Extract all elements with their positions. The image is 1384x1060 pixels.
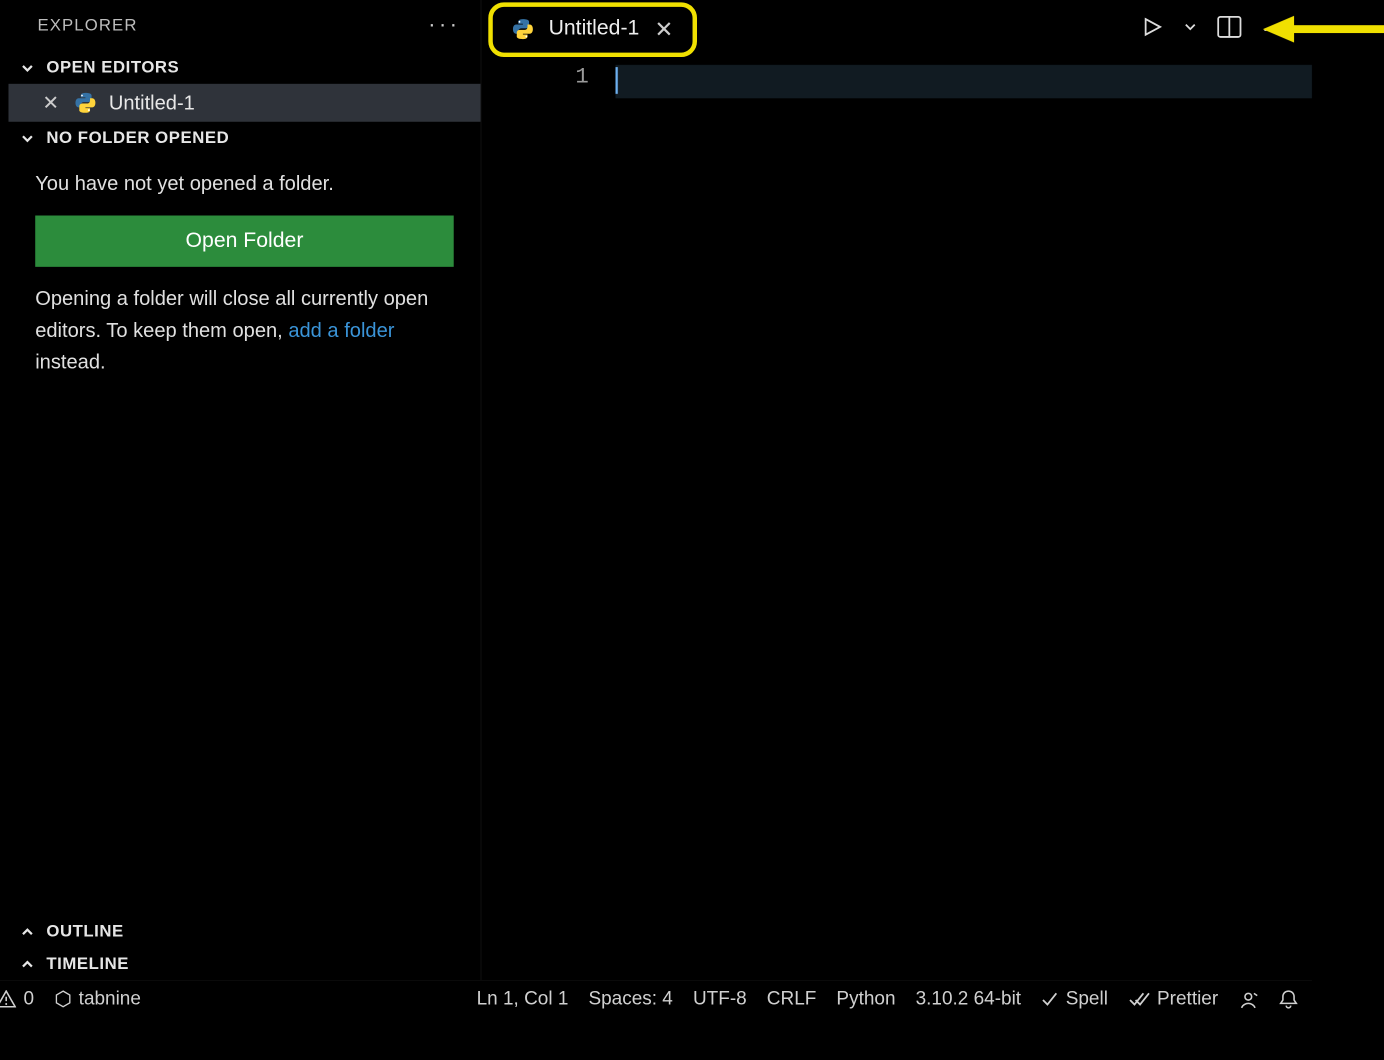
- run-button-icon[interactable]: [1141, 15, 1163, 43]
- status-language[interactable]: Python: [836, 987, 895, 1009]
- prettier-label: Prettier: [1157, 987, 1218, 1009]
- editor-area: Untitled-1 ✕ ··· 1: [482, 0, 1312, 980]
- no-folder-message: You have not yet opened a folder.: [35, 168, 454, 200]
- status-spaces[interactable]: Spaces: 4: [588, 987, 672, 1009]
- tab-label: Untitled-1: [549, 17, 640, 42]
- status-spell[interactable]: Spell: [1041, 987, 1108, 1009]
- spell-label: Spell: [1066, 987, 1108, 1009]
- open-folder-hint: Opening a folder will close all currentl…: [35, 282, 454, 378]
- sidebar-title: EXPLORER: [37, 15, 137, 34]
- outline-label: OUTLINE: [46, 922, 123, 941]
- status-warnings[interactable]: 0: [0, 987, 34, 1009]
- outline-header[interactable]: OUTLINE: [8, 915, 480, 947]
- status-interpreter[interactable]: 3.10.2 64-bit: [916, 987, 1021, 1009]
- run-dropdown-icon[interactable]: [1184, 19, 1197, 39]
- warning-count: 0: [23, 987, 34, 1009]
- chevron-right-icon: [17, 956, 37, 972]
- status-bell-icon[interactable]: [1278, 988, 1298, 1008]
- hint-text-post: instead.: [35, 351, 105, 373]
- python-file-icon: [73, 91, 98, 116]
- status-eol[interactable]: CRLF: [767, 987, 817, 1009]
- timeline-label: TIMELINE: [46, 954, 129, 973]
- chevron-down-icon: [17, 130, 37, 146]
- line-number: 1: [482, 65, 589, 91]
- status-prettier[interactable]: Prettier: [1128, 987, 1218, 1009]
- annotation-arrow-icon: [1263, 9, 1384, 49]
- activity-bar: [0, 0, 8, 980]
- add-folder-link[interactable]: add a folder: [288, 319, 394, 341]
- tab-close-icon[interactable]: ✕: [653, 15, 675, 43]
- status-tabnine[interactable]: tabnine: [54, 987, 141, 1009]
- open-folder-button[interactable]: Open Folder: [35, 215, 454, 266]
- python-file-icon: [511, 17, 536, 42]
- caret-icon: [616, 67, 618, 94]
- status-encoding[interactable]: UTF-8: [693, 987, 747, 1009]
- no-folder-label: NO FOLDER OPENED: [46, 128, 229, 147]
- close-editor-icon[interactable]: ✕: [40, 91, 62, 114]
- gutter: 1: [482, 60, 616, 980]
- editor-tab-untitled[interactable]: Untitled-1 ✕: [488, 2, 697, 57]
- status-feedback-icon[interactable]: [1238, 988, 1258, 1008]
- open-editors-label: OPEN EDITORS: [46, 58, 179, 77]
- chevron-down-icon: [17, 60, 37, 76]
- tabnine-label: tabnine: [79, 987, 141, 1009]
- split-editor-icon[interactable]: [1217, 15, 1242, 43]
- sidebar-more-icon[interactable]: ···: [428, 12, 460, 38]
- explorer-sidebar: EXPLORER ··· OPEN EDITORS ✕ Untitled-1 N…: [8, 0, 481, 980]
- status-bar: 0 0 tabnine Ln 1, Col 1 Spaces: 4 UTF-8 …: [0, 980, 1312, 1016]
- timeline-header[interactable]: TIMELINE: [8, 948, 480, 980]
- editor-content[interactable]: [616, 60, 1312, 980]
- status-ln-col[interactable]: Ln 1, Col 1: [477, 987, 569, 1009]
- open-editor-filename: Untitled-1: [109, 91, 195, 114]
- open-editors-header[interactable]: OPEN EDITORS: [8, 51, 480, 83]
- chevron-right-icon: [17, 924, 37, 940]
- open-editor-item[interactable]: ✕ Untitled-1: [8, 84, 480, 122]
- no-folder-header[interactable]: NO FOLDER OPENED: [8, 122, 480, 154]
- tab-bar: Untitled-1 ✕ ···: [482, 0, 1312, 60]
- current-line: [616, 65, 1312, 98]
